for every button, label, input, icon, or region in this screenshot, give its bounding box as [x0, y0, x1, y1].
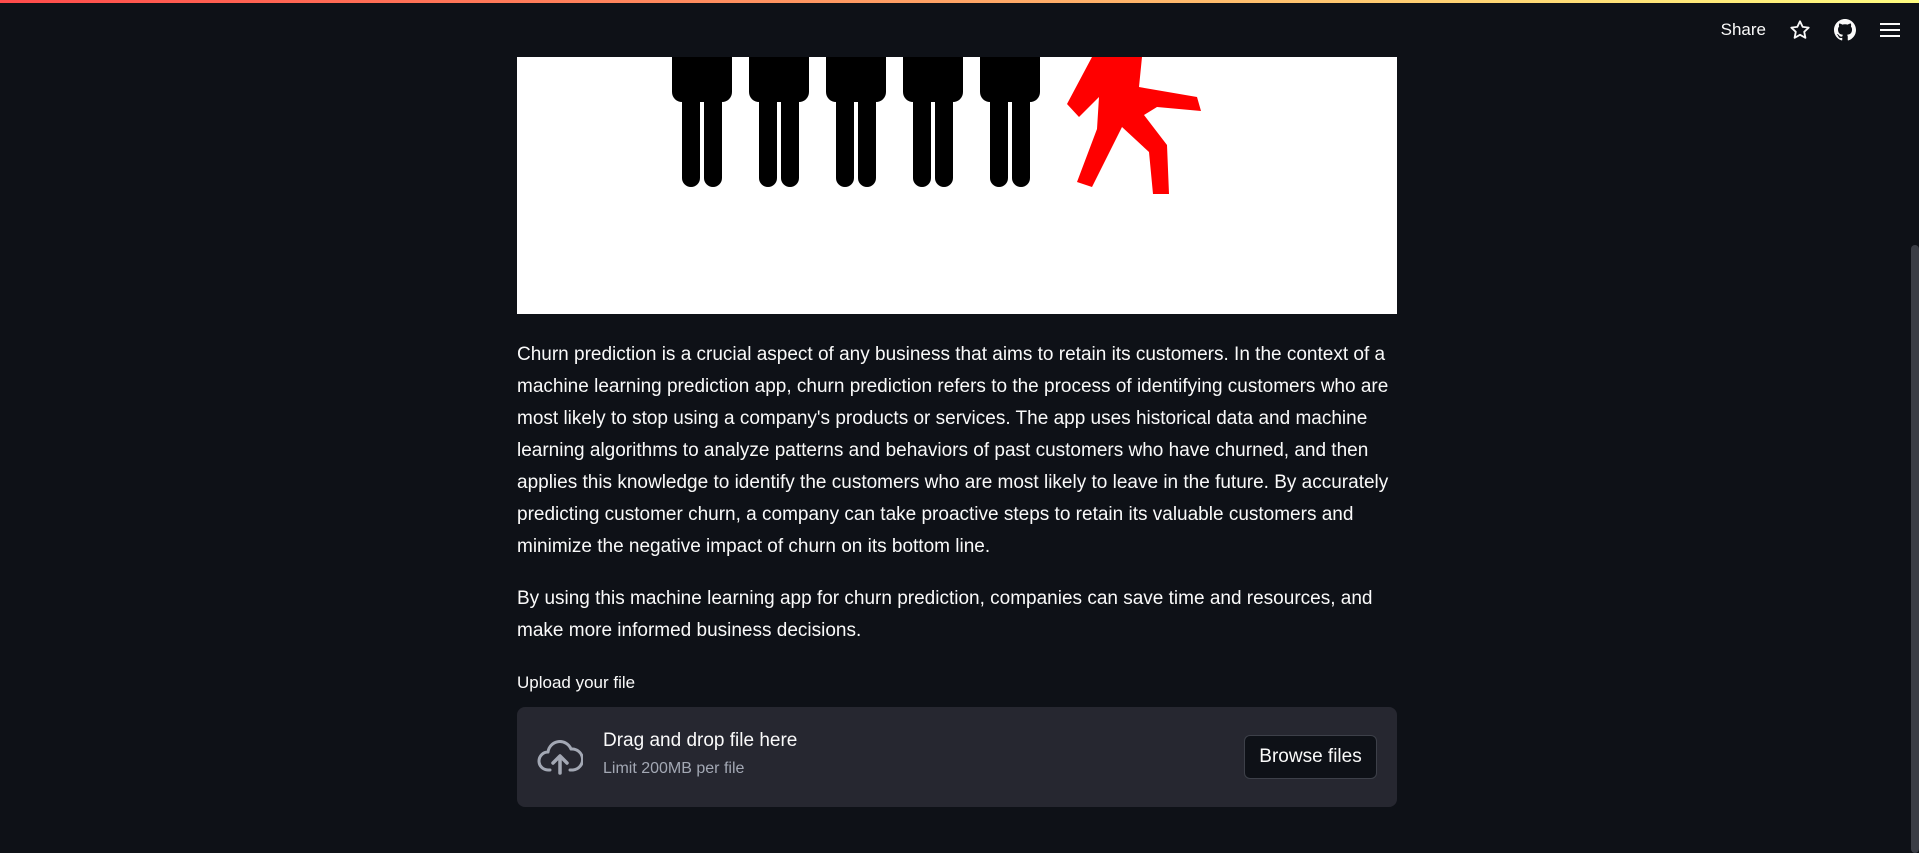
- person-icon: [826, 57, 886, 187]
- walking-away-person-icon: [1067, 57, 1201, 194]
- github-icon[interactable]: [1833, 18, 1857, 42]
- file-size-limit: Limit 200MB per file: [603, 760, 745, 777]
- person-icon: [980, 57, 1040, 187]
- person-icon: [903, 57, 963, 187]
- person-icon: [672, 57, 732, 187]
- app-header: [0, 3, 1919, 57]
- person-icon: [749, 57, 809, 187]
- file-dropzone[interactable]: Drag and drop file here Limit 200MB per …: [517, 707, 1397, 807]
- main-content: Churn prediction is a crucial aspect of …: [517, 57, 1397, 807]
- browse-files-button[interactable]: Browse files: [1244, 735, 1377, 779]
- dropzone-title: Drag and drop file here: [603, 730, 798, 751]
- dropzone-instructions: Drag and drop file here Limit 200MB per …: [603, 730, 797, 778]
- benefit-paragraph: By using this machine learning app for c…: [517, 588, 1373, 641]
- hamburger-menu-icon[interactable]: [1878, 18, 1902, 42]
- upload-label: Upload your file: [517, 673, 636, 692]
- header-toolbar: Share: [1721, 3, 1919, 57]
- churn-hero-image: [517, 57, 1397, 314]
- page-scrollbar[interactable]: [1911, 245, 1919, 853]
- share-button[interactable]: Share: [1721, 20, 1766, 40]
- star-icon[interactable]: [1788, 18, 1812, 42]
- description-paragraph: Churn prediction is a crucial aspect of …: [517, 344, 1389, 557]
- cloud-upload-icon: [537, 737, 585, 777]
